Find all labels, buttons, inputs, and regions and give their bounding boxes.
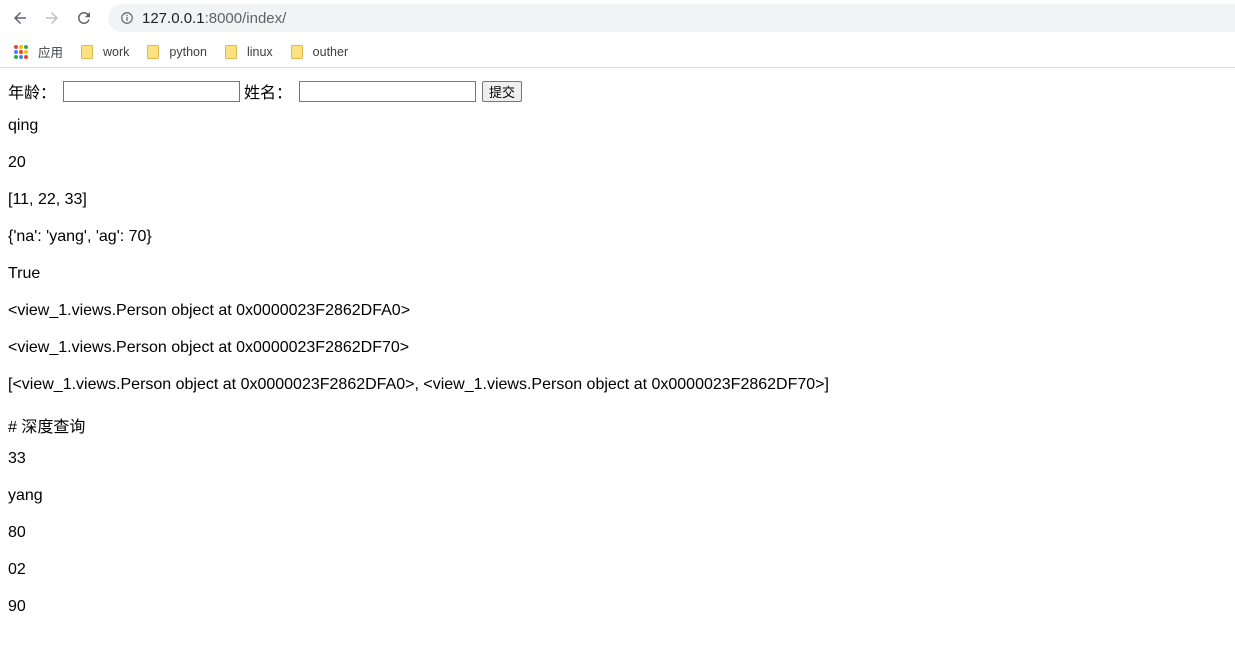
url-path: :8000/index/ — [204, 9, 287, 27]
bookmark-apps[interactable]: 应用 — [14, 42, 63, 61]
output-line: 20 — [8, 154, 26, 171]
output-line: 90 — [8, 598, 26, 615]
bookmark-label: python — [169, 44, 207, 59]
info-icon[interactable] — [120, 11, 134, 25]
reload-button[interactable] — [68, 2, 100, 34]
submit-button[interactable]: 提交 — [482, 80, 523, 102]
output-line: 80 — [8, 524, 26, 541]
folder-icon — [290, 44, 303, 59]
bookmark-work[interactable]: work — [81, 44, 130, 59]
output-line: yang — [8, 487, 43, 504]
bookmark-label: linux — [246, 44, 273, 59]
bookmark-label: outher — [312, 44, 349, 59]
query-form: 年龄： 姓名： 提交 — [8, 79, 523, 103]
output-line: [11, 22, 33] — [8, 191, 87, 208]
folder-icon — [224, 44, 237, 59]
name-input[interactable] — [299, 80, 477, 102]
output-line: 02 — [8, 561, 26, 578]
bookmark-python[interactable]: python — [147, 44, 207, 59]
folder-icon — [147, 44, 160, 59]
name-label: 姓名： — [244, 85, 293, 102]
bookmark-label: work — [103, 44, 130, 59]
folder-icon — [81, 44, 94, 59]
arrow-right-icon — [46, 12, 58, 24]
output-line: qing — [8, 117, 39, 134]
bookmark-label: 应用 — [38, 46, 64, 60]
arrow-left-icon — [14, 12, 26, 24]
bookmark-linux[interactable]: linux — [224, 44, 273, 59]
output-line: {'na': 'yang', 'ag': 70} — [8, 228, 152, 245]
bookmark-outher[interactable]: outher — [290, 44, 349, 59]
browser-toolbar: 127.0.0.1:8000/index/ — [0, 0, 1235, 36]
output-line: <view_1.views.Person object at 0x0000023… — [8, 339, 410, 356]
age-label: 年龄： — [8, 85, 57, 102]
address-bar[interactable]: 127.0.0.1:8000/index/ — [108, 4, 1235, 32]
output-line: 33 — [8, 450, 26, 467]
age-input[interactable] — [63, 80, 241, 102]
output-line: <view_1.views.Person object at 0x0000023… — [8, 302, 411, 319]
output-line: True — [8, 265, 41, 282]
forward-button[interactable] — [36, 2, 68, 34]
nav-buttons — [4, 2, 100, 34]
apps-grid-icon — [14, 44, 28, 59]
back-button[interactable] — [4, 2, 36, 34]
reload-icon — [77, 11, 90, 24]
url-text: 127.0.0.1:8000/index/ — [142, 10, 286, 27]
url-host: 127.0.0.1 — [142, 9, 205, 27]
output-line: # 深度查询 — [8, 419, 86, 436]
output-line: [<view_1.views.Person object at 0x000002… — [8, 376, 829, 393]
bookmarks-bar: 应用 work python linux outher — [0, 36, 1235, 68]
